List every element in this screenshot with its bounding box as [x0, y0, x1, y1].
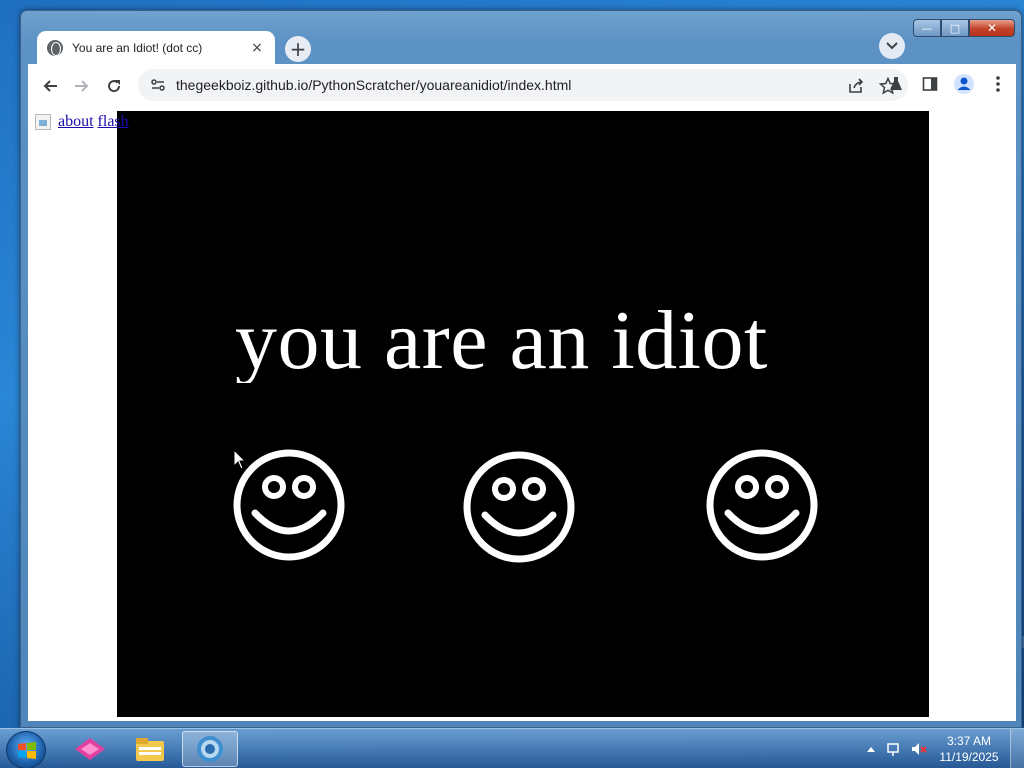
reload-button[interactable] [98, 70, 130, 102]
globe-icon [47, 40, 63, 56]
side-panel-button[interactable] [916, 70, 944, 98]
sidepanel-icon [922, 77, 938, 91]
taskbar-app-pink[interactable] [62, 731, 118, 767]
page-viewport: you are an idiot about flash [28, 107, 1016, 721]
close-window-button[interactable]: ✕ [969, 19, 1015, 37]
app-icon [75, 738, 105, 760]
volume-muted-icon[interactable] [910, 741, 928, 757]
windows-start-icon[interactable] [6, 731, 46, 768]
tab-title: You are an Idiot! (dot cc) [72, 41, 203, 55]
taskbar-browser[interactable] [182, 731, 238, 767]
browser-window: — □ ✕ You are an Idiot! (dot cc) × + the… [20, 10, 1022, 728]
address-bar[interactable]: thegeekboiz.github.io/PythonScratcher/yo… [138, 69, 908, 101]
profile-icon [954, 74, 974, 94]
browser-toolbar: thegeekboiz.github.io/PythonScratcher/yo… [28, 64, 1016, 107]
system-tray: 3:37 AM 11/19/2025 [866, 729, 1024, 768]
tab-strip: You are an Idiot! (dot cc) × + [27, 29, 927, 65]
explorer-icon [136, 738, 164, 761]
browser-icon [197, 736, 223, 762]
broken-image-icon [35, 114, 51, 130]
back-arrow-icon [43, 79, 57, 92]
smiley-icon [706, 449, 818, 561]
taskbar: 3:37 AM 11/19/2025 [0, 728, 1024, 768]
labs-icon [890, 77, 902, 90]
share-button[interactable] [842, 72, 870, 100]
smiley-icon [463, 451, 575, 563]
page-links: about flash [35, 113, 129, 131]
tab-active[interactable]: You are an Idiot! (dot cc) × [37, 31, 275, 65]
url-text[interactable]: thegeekboiz.github.io/PythonScratcher/yo… [176, 77, 571, 93]
flash-link[interactable]: flash [98, 113, 129, 131]
windows-logo-icon [18, 742, 36, 759]
labs-button[interactable] [882, 70, 910, 98]
clock-date: 11/19/2025 [939, 750, 999, 764]
clock[interactable]: 3:37 AM 11/19/2025 [934, 733, 1004, 765]
mouse-cursor-icon [233, 449, 247, 470]
back-button[interactable] [34, 70, 66, 102]
forward-button[interactable] [66, 70, 98, 102]
window-controls: — □ ✕ [913, 19, 1015, 37]
menu-dots-icon [996, 76, 1000, 92]
new-tab-button[interactable]: + [285, 36, 311, 62]
share-icon [849, 78, 864, 93]
network-icon[interactable] [886, 741, 902, 757]
about-link[interactable]: about [58, 113, 94, 131]
forward-arrow-icon [75, 79, 89, 92]
smiley-icon [233, 449, 345, 561]
close-icon[interactable]: × [249, 40, 265, 56]
taskbar-explorer[interactable] [122, 731, 178, 767]
menu-button[interactable] [984, 70, 1012, 98]
chevron-down-icon [886, 42, 898, 50]
show-desktop-button[interactable] [1010, 729, 1024, 768]
headline: you are an idiot [235, 299, 768, 383]
flash-stage[interactable]: you are an idiot [117, 111, 929, 717]
maximize-button[interactable]: □ [941, 19, 969, 37]
profile-button[interactable] [950, 70, 978, 98]
tray-expand-icon[interactable] [866, 745, 876, 753]
toolbar-actions [882, 70, 1012, 98]
site-info-icon[interactable] [150, 77, 166, 93]
clock-time: 3:37 AM [946, 734, 992, 748]
reload-icon [108, 79, 121, 92]
tab-search-button[interactable] [879, 33, 905, 59]
